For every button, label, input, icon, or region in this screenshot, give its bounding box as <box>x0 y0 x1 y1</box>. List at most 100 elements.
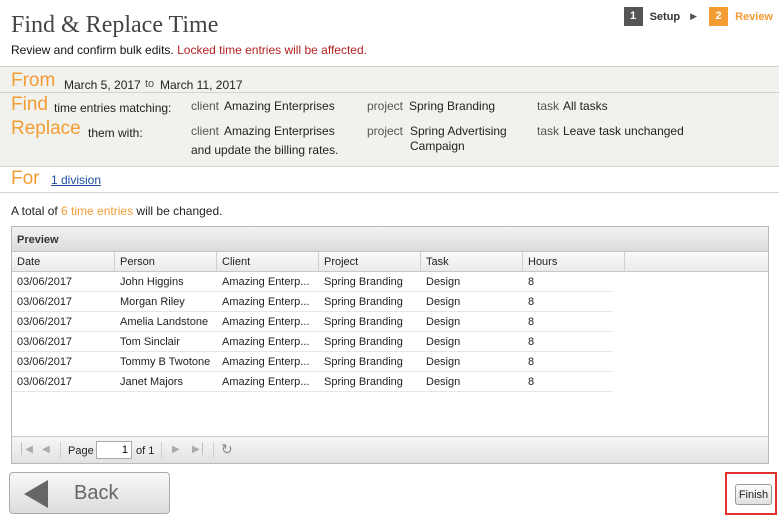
preview-grid: Preview Date Person Client Project Task … <box>11 226 769 464</box>
edit-summary: From March 5, 2017 to March 11, 2017 Fin… <box>0 66 779 167</box>
column-client[interactable]: Client <box>217 252 319 272</box>
cell-person: John Higgins <box>120 276 184 288</box>
first-page-icon[interactable]: │◀ <box>19 444 33 455</box>
cell-task: Design <box>426 276 461 288</box>
cell-date: 03/06/2017 <box>17 296 73 308</box>
pager-divider <box>60 442 61 458</box>
for-row: For 1 division <box>0 167 779 193</box>
cell-person: Amelia Landstone <box>120 316 209 328</box>
replace-project-line1: Spring Advertising <box>410 124 507 138</box>
page-label: Page <box>68 445 94 457</box>
cell-task: Design <box>426 376 461 388</box>
next-page-icon[interactable]: ▶ <box>172 444 180 455</box>
replace-client: Amazing Enterprises <box>224 124 335 138</box>
table-row[interactable]: 03/06/2017 Tommy B Twotone Amazing Enter… <box>12 352 613 372</box>
find-client-key: client <box>191 99 220 113</box>
locked-warning: Locked time entries will be affected. <box>177 43 367 57</box>
subtitle-text: Review and confirm bulk edits. <box>11 43 174 57</box>
page-title: Find & Replace Time <box>11 12 219 38</box>
cell-task: Design <box>426 316 461 328</box>
cell-project: Spring Branding <box>324 356 403 368</box>
replace-client-key: client <box>191 124 220 138</box>
from-label: From <box>11 70 56 91</box>
replace-billing-note: and update the billing rates. <box>191 143 339 157</box>
from-date: March 5, 2017 <box>64 78 141 92</box>
table-row[interactable]: 03/06/2017 Amelia Landstone Amazing Ente… <box>12 312 613 332</box>
replace-project-key: project <box>367 124 404 138</box>
replace-text: them with: <box>88 126 143 140</box>
find-client: Amazing Enterprises <box>224 99 335 113</box>
replace-task-key: task <box>537 124 560 138</box>
replace-project-line2: Campaign <box>410 139 465 153</box>
cell-project: Spring Branding <box>324 276 403 288</box>
cell-project: Spring Branding <box>324 336 403 348</box>
summary-divider <box>0 92 779 93</box>
table-row[interactable]: 03/06/2017 Morgan Riley Amazing Enterp..… <box>12 292 613 312</box>
pager-divider <box>213 442 214 458</box>
cell-person: Tom Sinclair <box>120 336 180 348</box>
cell-person: Janet Majors <box>120 376 183 388</box>
replace-label: Replace <box>11 118 81 139</box>
find-project-key: project <box>367 99 404 113</box>
grid-title: Preview <box>12 227 768 252</box>
cell-date: 03/06/2017 <box>17 356 73 368</box>
cell-client: Amazing Enterp... <box>222 276 310 288</box>
cell-hours: 8 <box>528 356 535 368</box>
find-task-key: task <box>537 99 560 113</box>
last-page-icon[interactable]: ▶│ <box>192 444 206 455</box>
grid-column-header: Date Person Client Project Task Hours <box>12 252 768 272</box>
cell-person: Morgan Riley <box>120 296 185 308</box>
cell-client: Amazing Enterp... <box>222 316 310 328</box>
step-setup[interactable]: Setup <box>650 11 681 23</box>
cell-hours: 8 <box>528 296 535 308</box>
replace-task: Leave task unchanged <box>563 124 684 138</box>
cell-hours: 8 <box>528 276 535 288</box>
to-word: to <box>145 78 155 90</box>
cell-date: 03/06/2017 <box>17 336 73 348</box>
find-text: time entries matching: <box>54 101 172 115</box>
step-1-number: 1 <box>623 7 643 26</box>
step-review: Review <box>735 10 773 23</box>
find-project: Spring Branding <box>409 99 496 113</box>
column-project[interactable]: Project <box>319 252 421 272</box>
cell-hours: 8 <box>528 376 535 388</box>
for-label: For <box>11 168 40 189</box>
table-row[interactable]: 03/06/2017 Janet Majors Amazing Enterp..… <box>12 372 613 392</box>
back-button-label: Back <box>74 482 119 504</box>
page-subtitle: Review and confirm bulk edits. Locked ti… <box>11 43 367 57</box>
prev-page-icon[interactable]: ◀ <box>42 444 50 455</box>
cell-client: Amazing Enterp... <box>222 376 310 388</box>
column-date[interactable]: Date <box>12 252 115 272</box>
finish-button[interactable]: Finish <box>735 484 772 505</box>
grid-rows: 03/06/2017 John Higgins Amazing Enterp..… <box>12 272 613 392</box>
total-suffix: will be changed. <box>136 204 223 218</box>
division-link[interactable]: 1 division <box>51 173 101 187</box>
cell-client: Amazing Enterp... <box>222 296 310 308</box>
step-arrow-icon: ▶ <box>690 11 698 21</box>
back-arrow-icon <box>24 480 48 508</box>
cell-person: Tommy B Twotone <box>120 356 211 368</box>
column-task[interactable]: Task <box>421 252 523 272</box>
cell-hours: 8 <box>528 316 535 328</box>
cell-task: Design <box>426 296 461 308</box>
find-label: Find <box>11 94 48 115</box>
back-button[interactable]: Back <box>9 472 170 514</box>
total-count: 6 time entries <box>61 204 134 218</box>
cell-client: Amazing Enterp... <box>222 356 310 368</box>
page-number-input[interactable] <box>96 441 132 459</box>
column-hours[interactable]: Hours <box>523 252 625 272</box>
refresh-icon[interactable]: ↻ <box>221 441 233 458</box>
find-task: All tasks <box>563 99 608 113</box>
table-row[interactable]: 03/06/2017 Tom Sinclair Amazing Enterp..… <box>12 332 613 352</box>
page-count: of 1 <box>136 445 155 457</box>
total-prefix: A total of <box>11 204 58 218</box>
wizard-steps: 1 Setup ▶ 2 Review <box>623 7 773 26</box>
table-row[interactable]: 03/06/2017 John Higgins Amazing Enterp..… <box>12 272 613 292</box>
cell-project: Spring Branding <box>324 296 403 308</box>
cell-date: 03/06/2017 <box>17 276 73 288</box>
cell-task: Design <box>426 356 461 368</box>
step-2-number: 2 <box>709 7 729 26</box>
cell-date: 03/06/2017 <box>17 376 73 388</box>
total-summary: A total of 6 time entries will be change… <box>11 204 222 218</box>
column-person[interactable]: Person <box>115 252 217 272</box>
